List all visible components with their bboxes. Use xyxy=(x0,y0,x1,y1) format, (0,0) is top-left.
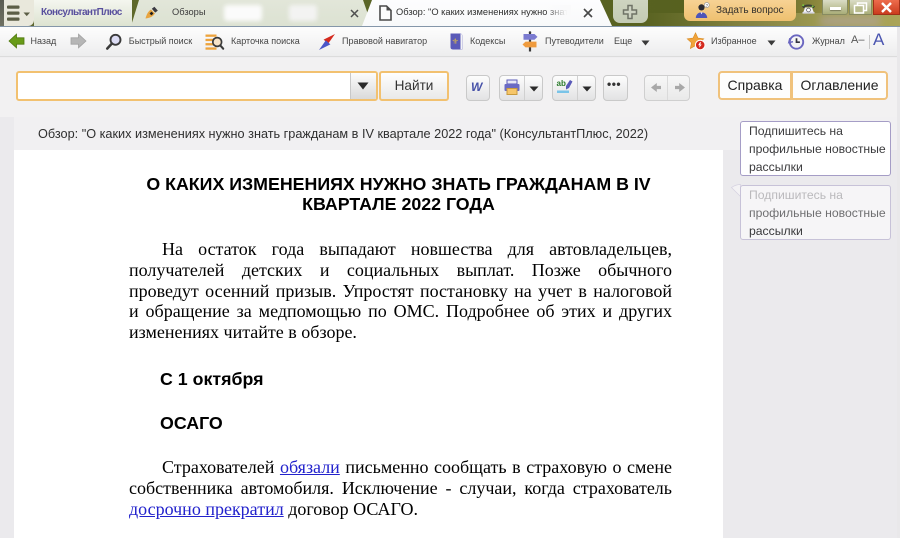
svg-text:ab: ab xyxy=(557,79,566,88)
svg-text:⚜: ⚜ xyxy=(452,37,459,46)
